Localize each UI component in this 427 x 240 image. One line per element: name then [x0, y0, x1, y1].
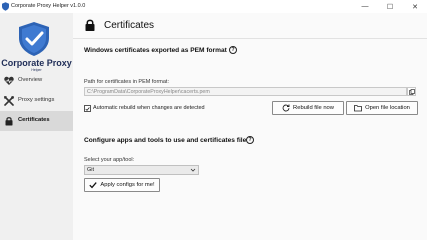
- lock-icon: [85, 19, 95, 31]
- open-file-location-button[interactable]: Open file location: [346, 101, 418, 115]
- pem-section-title: Windows certificates exported as PEM for…: [84, 47, 227, 54]
- apply-configs-button[interactable]: Apply configs for me!: [84, 178, 160, 192]
- sidebar-item-certificates[interactable]: Certificates: [0, 111, 73, 131]
- refresh-icon: [282, 104, 290, 112]
- minimize-button[interactable]: —: [353, 0, 377, 13]
- sidebar-item-label: Proxy settings: [18, 97, 55, 103]
- copy-icon: [408, 88, 415, 95]
- checkmark-icon: [89, 182, 98, 189]
- title-bar: Corporate Proxy Helper v1.0.0 — ☐ ✕: [0, 0, 427, 13]
- shield-app-icon: [2, 2, 9, 11]
- tools-icon: [4, 96, 14, 106]
- rebuild-file-button[interactable]: Rebuild file now: [272, 101, 344, 115]
- folder-icon: [354, 105, 362, 112]
- rebuild-file-label: Rebuild file now: [293, 105, 334, 111]
- heart-pulse-icon: [4, 76, 14, 85]
- app-select-value: Git: [87, 167, 95, 173]
- apply-configs-label: Apply configs for me!: [100, 182, 155, 188]
- auto-rebuild-label: Automatic rebuild when changes are detec…: [93, 105, 205, 111]
- copy-path-button[interactable]: [407, 87, 416, 96]
- lock-icon: [5, 117, 13, 126]
- page-title: Certificates: [104, 20, 155, 31]
- sidebar-item-label: Overview: [18, 77, 43, 83]
- path-label: Path for certificates in PEM format:: [84, 79, 169, 85]
- pem-help-icon[interactable]: ?: [229, 46, 237, 54]
- sidebar-item-proxy-settings[interactable]: Proxy settings: [0, 91, 73, 111]
- brand-name: Corporate Proxy: [1, 58, 72, 68]
- main-panel: Certificates Windows certificates export…: [73, 13, 427, 240]
- window-title: Corporate Proxy Helper v1.0.0: [11, 3, 86, 9]
- auto-rebuild-checkbox[interactable]: [84, 105, 91, 112]
- app-select[interactable]: Git: [84, 165, 199, 175]
- app-select-label: Select your app/tool:: [84, 157, 135, 163]
- page-header: Certificates: [73, 13, 427, 39]
- apps-help-icon[interactable]: ?: [246, 136, 254, 144]
- sidebar: Corporate Proxy Helper Overview Proxy se…: [0, 13, 73, 240]
- close-button[interactable]: ✕: [403, 0, 427, 13]
- apps-section-title: Configure apps and tools to use and cert…: [84, 137, 247, 144]
- pem-path-field[interactable]: C:\ProgramData\CorporateProxyHelper\cace…: [84, 87, 407, 96]
- sidebar-item-label: Certificates: [18, 117, 50, 123]
- chevron-down-icon: [190, 168, 196, 172]
- checkmark-icon: [85, 106, 90, 111]
- open-file-location-label: Open file location: [365, 105, 410, 111]
- shield-logo-icon: [19, 22, 49, 56]
- sidebar-item-overview[interactable]: Overview: [0, 71, 73, 91]
- maximize-button[interactable]: ☐: [378, 0, 402, 13]
